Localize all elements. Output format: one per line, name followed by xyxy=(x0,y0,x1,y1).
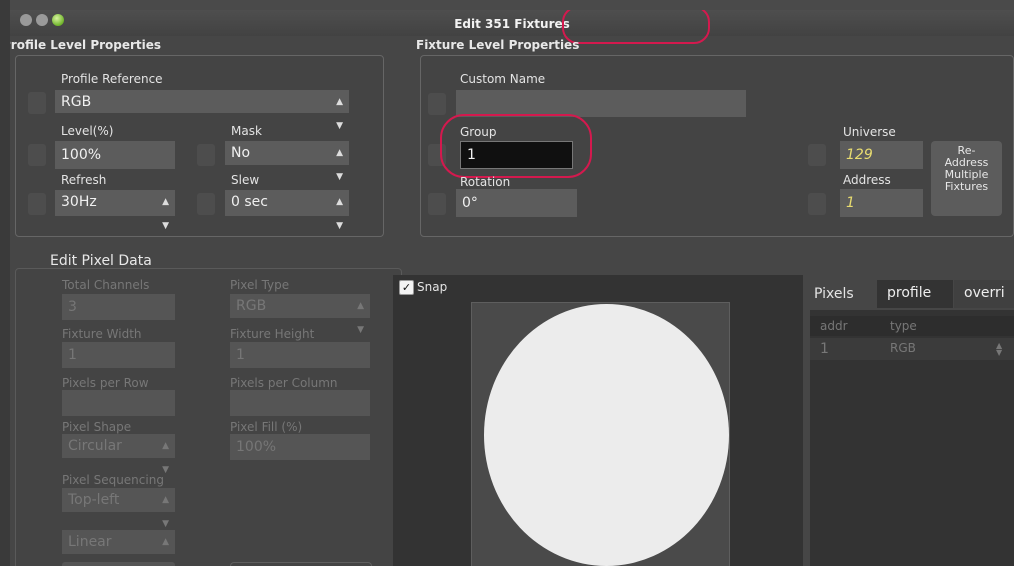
edit-fixtures-window: Edit 351 Fixtures Profile Level Properti… xyxy=(10,10,1014,566)
profile-reference-value: RGB xyxy=(61,94,92,110)
select-arrows-icon: ▲▼ xyxy=(162,537,169,566)
address-checkbox[interactable] xyxy=(808,193,826,215)
select-arrows-icon: ▲▼ xyxy=(162,495,169,529)
fixture-height-field[interactable]: 1 xyxy=(230,342,370,368)
group-highlight-oval xyxy=(440,114,592,178)
title-highlight-oval xyxy=(562,10,710,44)
pixel-shape-label: Pixel Shape xyxy=(62,420,132,434)
rotation-checkbox[interactable] xyxy=(428,193,446,215)
fixture-width-label: Fixture Width xyxy=(62,327,142,341)
mask-select[interactable]: No ▲ ▼ xyxy=(225,141,349,182)
universe-label: Universe xyxy=(843,125,896,139)
sequencing-mode-select[interactable]: Linear ▲▼ xyxy=(62,530,175,566)
rotation-field[interactable]: 0° xyxy=(456,189,577,217)
mask-checkbox[interactable] xyxy=(197,144,215,166)
pixel-type-label: Pixel Type xyxy=(230,278,290,292)
address-field[interactable]: 1 xyxy=(840,189,923,217)
level-checkbox[interactable] xyxy=(28,144,46,166)
pixels-per-row-label: Pixels per Row xyxy=(62,376,149,390)
total-channels-field[interactable]: 3 xyxy=(62,294,175,320)
universe-field[interactable]: 129 xyxy=(840,141,923,169)
row-type: RGB xyxy=(890,341,916,355)
snap-label: Snap xyxy=(417,280,448,294)
tab-overrides[interactable]: overri xyxy=(954,280,1014,308)
mask-label: Mask xyxy=(231,124,262,138)
pixel-sequencing-label: Pixel Sequencing xyxy=(62,473,164,487)
refresh-value: 30Hz xyxy=(61,194,97,210)
slew-checkbox[interactable] xyxy=(197,193,215,215)
readdress-line-4: Fixtures xyxy=(944,180,989,193)
level-field[interactable]: 100% xyxy=(55,141,175,169)
refresh-label: Refresh xyxy=(61,173,107,187)
pixel-circle[interactable] xyxy=(484,304,729,566)
table-row[interactable]: 1 RGB ▲ ▼ xyxy=(810,338,1014,360)
profile-reference-select[interactable]: RGB ▲ ▼ xyxy=(55,90,349,131)
pixels-panel-title: Pixels xyxy=(814,286,854,302)
profile-reference-checkbox[interactable] xyxy=(28,92,46,114)
slew-value: 0 sec xyxy=(231,194,268,210)
pixels-table-header: addr type xyxy=(810,316,1014,336)
pixel-shape-value: Circular xyxy=(68,438,122,454)
refresh-select[interactable]: 30Hz ▲ ▼ xyxy=(55,190,175,231)
fixture-width-field[interactable]: 1 xyxy=(62,342,175,368)
universe-checkbox[interactable] xyxy=(808,144,826,166)
pixels-per-column-field[interactable] xyxy=(230,390,370,416)
column-header-addr: addr xyxy=(820,319,848,333)
select-arrows-icon: ▲▼ xyxy=(336,197,343,231)
select-arrows-icon: ▲▼ xyxy=(162,197,169,231)
snap-checkbox[interactable]: ✓ xyxy=(399,280,414,295)
fixture-height-label: Fixture Height xyxy=(230,327,315,341)
custom-name-field[interactable] xyxy=(456,90,746,117)
pixel-fill-field[interactable]: 100% xyxy=(230,434,370,460)
pixel-type-select[interactable]: RGB ▲ ▼ xyxy=(230,294,370,335)
partial-control[interactable] xyxy=(62,562,175,566)
profile-section-heading: Profile Level Properties xyxy=(10,38,162,52)
fixture-section-heading: Fixture Level Properties xyxy=(416,38,580,52)
pixels-per-row-field[interactable] xyxy=(62,390,175,416)
pixel-fill-label: Pixel Fill (%) xyxy=(230,420,303,434)
custom-name-label: Custom Name xyxy=(460,72,546,86)
level-label: Level(%) xyxy=(61,124,114,138)
tab-profile[interactable]: profile xyxy=(877,280,953,308)
pixel-sequencing-value: Top-left xyxy=(68,492,120,508)
partial-button[interactable] xyxy=(230,562,372,566)
total-channels-label: Total Channels xyxy=(62,278,150,292)
mask-value: No xyxy=(231,145,251,161)
row-addr: 1 xyxy=(820,341,829,357)
pixel-data-heading: Edit Pixel Data xyxy=(50,253,152,269)
custom-name-checkbox[interactable] xyxy=(428,93,446,115)
slew-select[interactable]: 0 sec ▲ ▼ xyxy=(225,190,349,231)
select-arrows-icon[interactable]: ▲ ▼ xyxy=(996,342,1002,357)
rotation-label: Rotation xyxy=(460,175,511,189)
column-header-type: type xyxy=(890,319,917,333)
pixel-shape-select[interactable]: Circular ▲ ▼ xyxy=(62,434,175,475)
select-arrows-icon: ▲▼ xyxy=(336,148,343,182)
refresh-checkbox[interactable] xyxy=(28,193,46,215)
window-title: Edit 351 Fixtures xyxy=(454,17,570,31)
pixel-type-value: RGB xyxy=(236,298,267,314)
pixel-sequencing-select[interactable]: Top-left ▲ ▼ xyxy=(62,488,175,529)
pixels-per-column-label: Pixels per Column xyxy=(230,376,338,390)
profile-reference-label: Profile Reference xyxy=(61,72,163,86)
select-arrows-icon: ▲▼ xyxy=(336,97,343,131)
select-arrows-icon: ▲▼ xyxy=(357,301,364,335)
left-edge-strip xyxy=(0,0,10,566)
slew-label: Slew xyxy=(231,173,260,187)
readdress-multiple-fixtures-button[interactable]: Re- Address Multiple Fixtures xyxy=(931,141,1002,216)
title-bar: Edit 351 Fixtures xyxy=(10,10,1014,36)
address-label: Address xyxy=(843,173,891,187)
sequencing-mode-value: Linear xyxy=(68,534,112,550)
